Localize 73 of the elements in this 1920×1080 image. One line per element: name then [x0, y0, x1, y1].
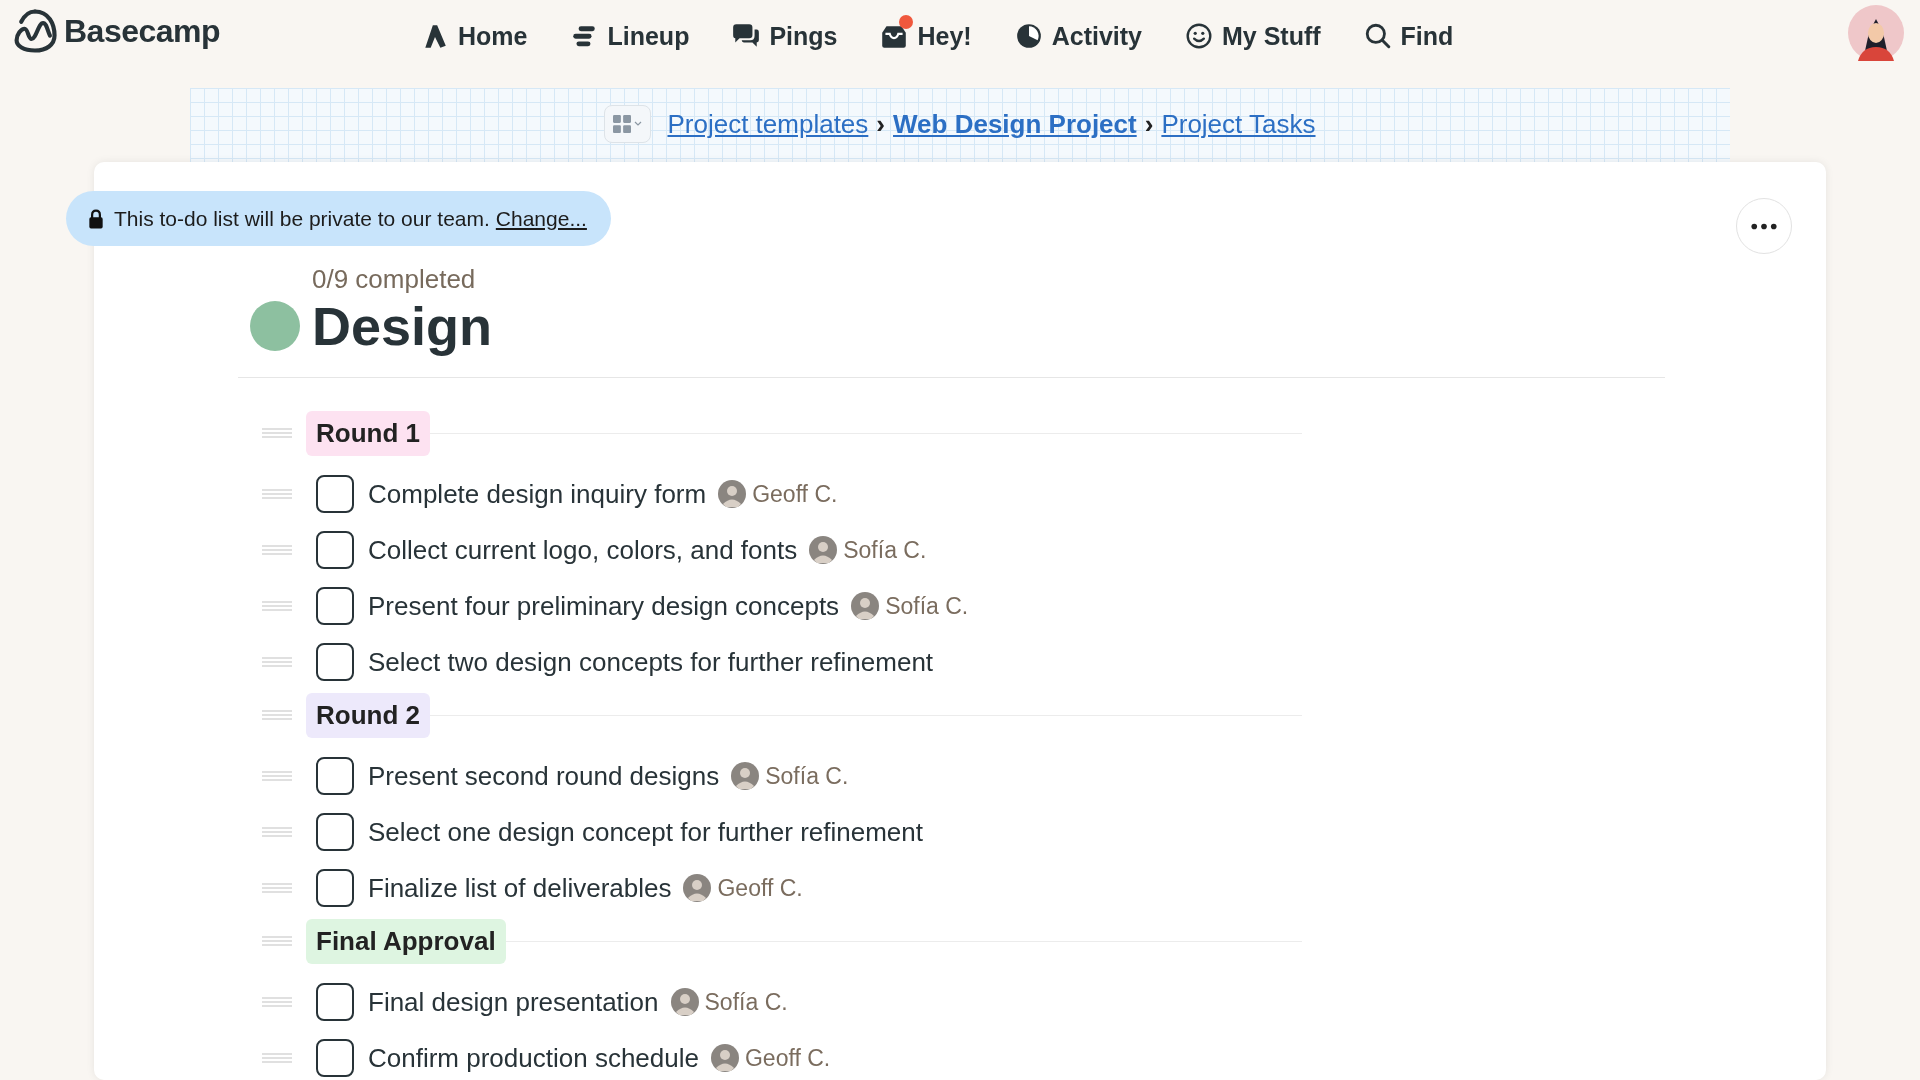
drag-handle-icon[interactable] — [262, 601, 292, 611]
group-heading: Final Approval — [306, 918, 506, 964]
lock-icon — [88, 208, 104, 229]
ellipsis-icon — [1751, 222, 1777, 230]
progress-text: 0/9 completed — [312, 264, 477, 295]
assignee-name: Geoff C. — [752, 480, 838, 508]
avatar-icon — [718, 480, 747, 508]
checkbox[interactable] — [316, 587, 354, 625]
todo-title[interactable]: Present four preliminary design concepts — [368, 590, 840, 622]
grid-icon — [613, 115, 632, 133]
group-heading: Round 1 — [306, 410, 430, 456]
todo-title[interactable]: Collect current logo, colors, and fonts — [368, 534, 798, 566]
checkbox[interactable] — [316, 1039, 354, 1077]
checkbox[interactable] — [316, 757, 354, 795]
breadcrumb-separator: › — [1144, 108, 1154, 140]
checkbox[interactable] — [316, 983, 354, 1021]
assignee-name: Sofía C. — [843, 536, 927, 564]
checkbox[interactable] — [316, 475, 354, 513]
checkbox[interactable] — [316, 813, 354, 851]
drag-handle-icon[interactable] — [262, 771, 292, 781]
checkbox[interactable] — [316, 531, 354, 569]
breadcrumb-separator: › — [876, 108, 885, 140]
drag-handle-icon[interactable] — [262, 710, 292, 720]
drag-handle-icon[interactable] — [262, 936, 292, 946]
drag-handle-icon[interactable] — [262, 1053, 292, 1063]
assignee-name: Sofía C. — [765, 762, 849, 790]
drag-handle-icon[interactable] — [262, 545, 292, 555]
nav-link[interactable]: Home — [420, 13, 528, 53]
nav-link[interactable]: Lineup — [569, 13, 690, 53]
avatar-icon — [670, 988, 699, 1016]
nav-link[interactable]: Pings — [731, 13, 838, 53]
avatar-icon — [809, 536, 838, 564]
nav-link[interactable]: My Stuff — [1184, 13, 1321, 53]
todo-title[interactable]: Final design presentation — [368, 986, 659, 1018]
todo-title[interactable]: Select two design concepts for further refinement — [368, 646, 934, 678]
drag-handle-icon[interactable] — [262, 489, 292, 499]
breadcrumb-link[interactable]: Project Tasks — [1161, 108, 1316, 140]
nav-link[interactable]: Find — [1362, 13, 1454, 53]
breadcrumb-link[interactable]: Web Design Project — [893, 108, 1137, 140]
avatar-icon — [710, 1044, 739, 1072]
todo-title[interactable]: Complete design inquiry form — [368, 478, 707, 510]
user-avatar[interactable] — [1848, 5, 1904, 61]
assignee-name: Sofía C. — [885, 592, 969, 620]
drag-handle-icon[interactable] — [262, 428, 292, 438]
drag-handle-icon[interactable] — [262, 657, 292, 667]
smiley-icon — [1184, 22, 1214, 50]
list-title: Design — [312, 295, 494, 357]
assignee-name: Geoff C. — [744, 1044, 831, 1072]
todo-title[interactable]: Select one design concept for further refinement — [368, 816, 923, 848]
change-link[interactable]: Change... — [495, 206, 587, 231]
todo-title[interactable]: Finalize list of deliverables — [368, 872, 672, 904]
nav-link[interactable]: Activity — [1013, 13, 1142, 53]
assignee-name: Sofía C. — [704, 988, 788, 1016]
app-logo[interactable]: Basecamp — [12, 8, 221, 54]
drag-handle-icon[interactable] — [262, 883, 292, 893]
nav-link[interactable]: Hey! — [879, 13, 972, 53]
logo-icon — [12, 8, 58, 54]
avatar-icon — [683, 874, 712, 902]
checkbox[interactable] — [316, 869, 354, 907]
caret-icon — [634, 121, 643, 127]
jump-menu-button[interactable] — [604, 105, 652, 143]
checkbox[interactable] — [316, 643, 354, 681]
todo-title[interactable]: Present second round designs — [368, 760, 720, 792]
drag-handle-icon[interactable] — [262, 997, 292, 1007]
todo-title[interactable]: Confirm production schedule — [368, 1042, 699, 1074]
breadcrumb-link[interactable]: Project templates — [667, 108, 869, 140]
more-options-button[interactable] — [1736, 198, 1792, 254]
group-heading: Round 2 — [306, 692, 430, 738]
avatar-icon — [851, 592, 880, 620]
assignee-name: Geoff C. — [717, 874, 803, 902]
notice-text: This to-do list will be private to our team. — [114, 206, 490, 231]
avatar-icon — [731, 762, 760, 790]
drag-handle-icon[interactable] — [262, 827, 292, 837]
